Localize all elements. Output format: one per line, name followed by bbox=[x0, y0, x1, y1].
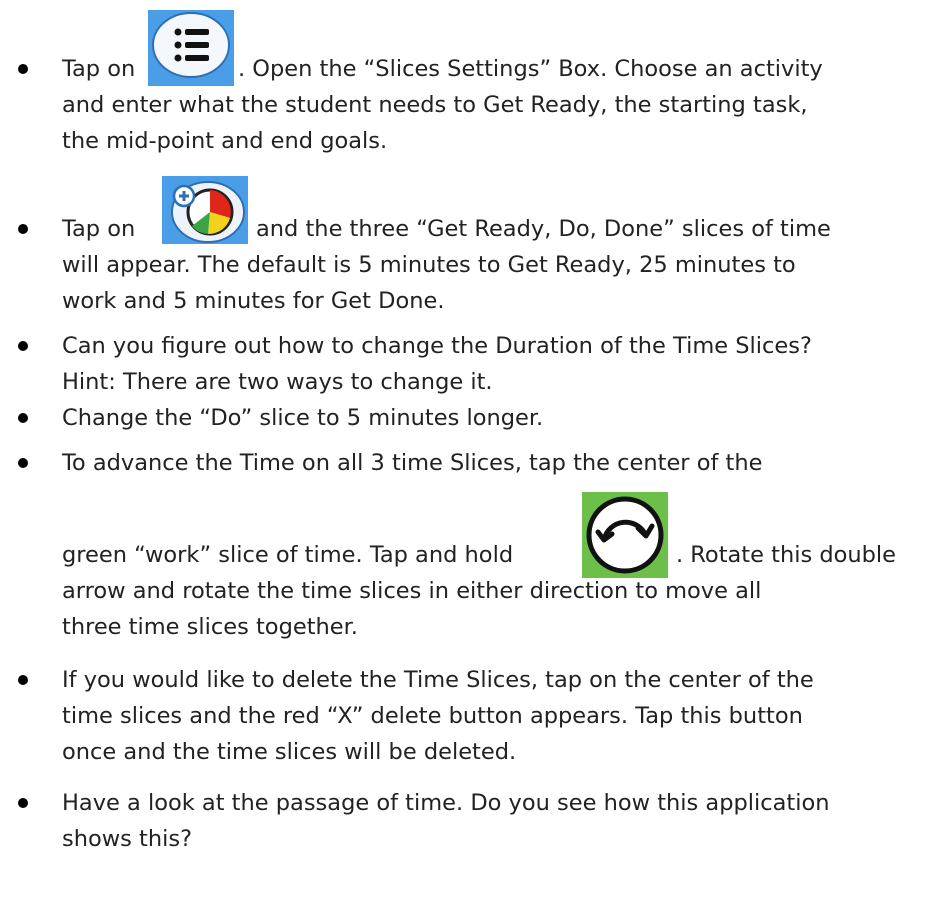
list-menu-icon[interactable] bbox=[148, 10, 234, 86]
bullet-dot bbox=[18, 413, 28, 423]
bullet-5-line-1: To advance the Time on all 3 time Slices… bbox=[62, 450, 763, 476]
bullet-6-line-2: time slices and the red “X” delete butto… bbox=[62, 703, 803, 729]
bullet-5-line-3: arrow and rotate the time slices in eith… bbox=[62, 578, 762, 604]
bullet-dot bbox=[18, 798, 28, 808]
bullet-5-line-4: three time slices together. bbox=[62, 614, 358, 640]
bullet-5-line-2b: . Rotate this double bbox=[676, 542, 897, 568]
bullet-2-line-2: will appear. The default is 5 minutes to… bbox=[62, 252, 796, 278]
bullet-1-line-1a: Tap on bbox=[62, 56, 136, 82]
bullet-2-line-1b: and the three “Get Ready, Do, Done” slic… bbox=[256, 216, 831, 242]
bullet-dot bbox=[18, 224, 28, 234]
bullet-6-line-1: If you would like to delete the Time Sli… bbox=[62, 667, 814, 693]
bullet-3-line-2: Hint: There are two ways to change it. bbox=[62, 369, 493, 395]
bullet-1-line-1b: . Open the “Slices Settings” Box. Choose… bbox=[238, 56, 823, 82]
bullet-1-line-3: the mid-point and end goals. bbox=[62, 128, 388, 154]
bullet-2-line-1a: Tap on bbox=[62, 216, 136, 242]
bullet-dot bbox=[18, 675, 28, 685]
bullet-dot bbox=[18, 458, 28, 468]
bullet-7-line-2: shows this? bbox=[62, 826, 193, 852]
bullet-dot bbox=[18, 64, 28, 74]
rotate-double-arrow-icon[interactable] bbox=[582, 492, 668, 578]
bullet-7-line-1: Have a look at the passage of time. Do y… bbox=[62, 790, 830, 816]
bullet-2-line-3: work and 5 minutes for Get Done. bbox=[62, 288, 445, 314]
bullet-1-line-2: and enter what the student needs to Get … bbox=[62, 92, 808, 118]
bullet-4-line-1: Change the “Do” slice to 5 minutes longe… bbox=[62, 405, 544, 431]
bullet-5-line-2a: green “work” slice of time. Tap and hold bbox=[62, 542, 514, 568]
add-time-slices-icon[interactable] bbox=[162, 176, 248, 244]
bullet-6-line-3: once and the time slices will be deleted… bbox=[62, 739, 517, 765]
bullet-dot bbox=[18, 341, 28, 351]
bullet-3-line-1: Can you figure out how to change the Dur… bbox=[62, 333, 812, 359]
